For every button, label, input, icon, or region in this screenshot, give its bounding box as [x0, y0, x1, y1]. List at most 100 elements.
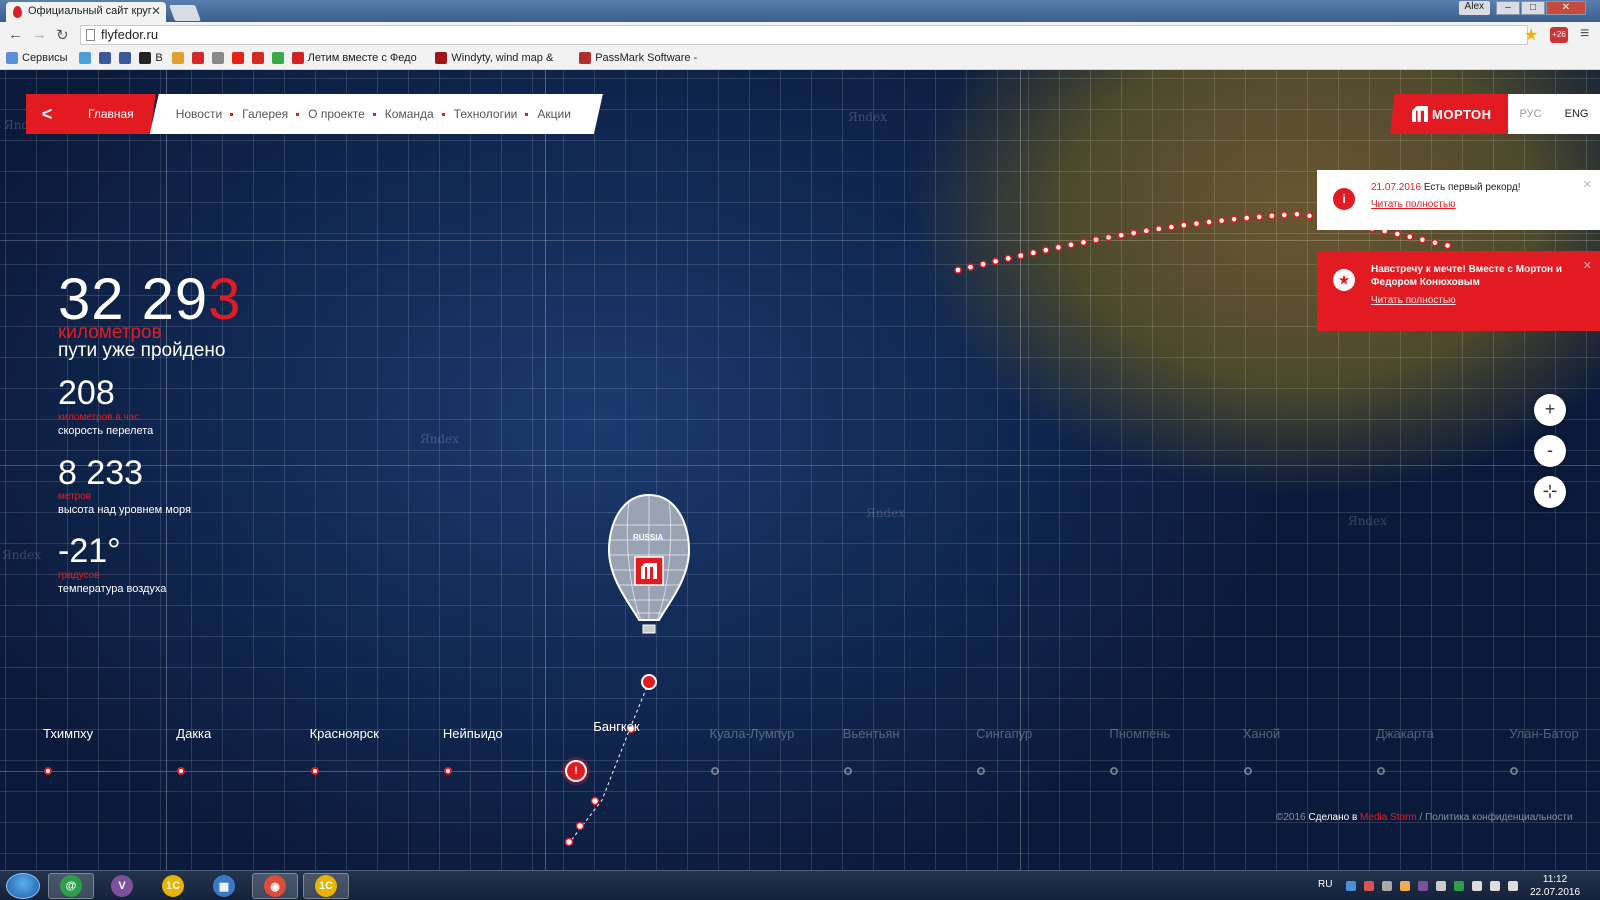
city-label[interactable]: Ханой: [1243, 726, 1281, 741]
speed-value: 208: [58, 374, 115, 412]
nav-item-promo[interactable]: Акции: [525, 107, 581, 121]
taskbar-app[interactable]: ▦: [201, 873, 247, 899]
bookmark-item[interactable]: [271, 52, 284, 64]
reload-icon[interactable]: ↻: [56, 26, 69, 44]
bookmark-item[interactable]: Windyty, wind map &: [435, 52, 553, 64]
browser-user-badge[interactable]: Alex: [1458, 1, 1490, 15]
bookmark-icon: [251, 52, 264, 64]
start-button[interactable]: [6, 873, 40, 899]
tray-icon[interactable]: [1454, 881, 1464, 891]
minimize-button[interactable]: –: [1496, 1, 1520, 15]
city-label[interactable]: Вьентьян: [843, 726, 900, 741]
bookmark-item[interactable]: Летим вместе с Федо: [291, 52, 417, 64]
taskbar-app[interactable]: @: [48, 873, 94, 899]
bookmark-item[interactable]: [119, 52, 132, 64]
city-label[interactable]: Нейпьидо: [443, 726, 503, 741]
taskbar-app[interactable]: ◉: [252, 873, 298, 899]
city-marker[interactable]: [1377, 767, 1385, 775]
city-marker[interactable]: [843, 767, 852, 775]
bookmark-icon: [6, 52, 18, 64]
city-marker[interactable]: [44, 767, 52, 775]
close-window-button[interactable]: ✕: [1546, 1, 1586, 15]
input-language[interactable]: RU: [1318, 879, 1332, 890]
city-marker[interactable]: [1243, 767, 1252, 775]
bookmark-item[interactable]: [251, 52, 264, 64]
privacy-link[interactable]: / Политика конфиденциальности: [1420, 812, 1573, 823]
city-label[interactable]: Улан-Батор: [1509, 726, 1578, 741]
city-label[interactable]: Куала-Лумпур: [710, 726, 795, 741]
notification-dream[interactable]: ★ Навстречу к мечте! Вместе с Мортон и Ф…: [1317, 251, 1600, 331]
bookmark-item[interactable]: [79, 52, 92, 64]
city-marker[interactable]: [310, 767, 319, 775]
bookmark-item[interactable]: [231, 52, 244, 64]
bookmark-item[interactable]: PassMark Software -: [579, 52, 697, 64]
nav-item-news[interactable]: Новости: [166, 107, 232, 121]
notification-read-more-link[interactable]: Читать полностью: [1371, 199, 1590, 210]
locate-button[interactable]: ⊹: [1534, 476, 1566, 508]
city-label[interactable]: Джакарта: [1376, 726, 1434, 741]
city-label[interactable]: Красноярск: [310, 726, 379, 741]
zoom-out-button[interactable]: -: [1534, 435, 1566, 467]
speed-description: скорость перелета: [58, 425, 154, 437]
nav-item-about[interactable]: О проекте: [296, 107, 375, 121]
tray-icon[interactable]: [1346, 881, 1356, 891]
city-label[interactable]: Сингапур: [976, 726, 1032, 741]
zoom-in-button[interactable]: +: [1534, 394, 1566, 426]
address-bar[interactable]: flyfedor.ru: [80, 25, 1528, 45]
bookmark-item[interactable]: [211, 52, 224, 64]
current-location-marker[interactable]: !: [565, 760, 587, 782]
system-clock[interactable]: 11:12 22.07.2016: [1530, 873, 1580, 899]
lang-en-link[interactable]: ENG: [1565, 108, 1589, 120]
bookmark-item[interactable]: Сервисы: [6, 52, 68, 64]
network-icon[interactable]: [1490, 881, 1500, 891]
city-label[interactable]: Тхимпху: [43, 726, 93, 741]
tray-icon[interactable]: [1364, 881, 1374, 891]
forward-arrow-icon[interactable]: →: [32, 26, 47, 43]
nav-home-link[interactable]: Главная: [68, 94, 156, 134]
tab-close-icon[interactable]: ✕: [151, 4, 161, 18]
studio-link[interactable]: Media Storm: [1360, 812, 1417, 823]
close-icon[interactable]: ✕: [1583, 178, 1592, 191]
browser-tab[interactable]: Официальный сайт круг ✕: [6, 2, 166, 22]
close-icon[interactable]: ✕: [1583, 259, 1592, 272]
nav-item-gallery[interactable]: Галерея: [230, 107, 298, 121]
tray-icon[interactable]: [1418, 881, 1428, 891]
new-tab-button[interactable]: [169, 5, 201, 21]
city-marker[interactable]: [710, 767, 719, 775]
notification-record[interactable]: i 21.07.2016 Есть первый рекорд! Читать …: [1317, 170, 1600, 230]
city-label[interactable]: Бангкок: [593, 719, 639, 734]
city-label[interactable]: Пномпень: [1109, 726, 1170, 741]
bookmark-item[interactable]: [171, 52, 184, 64]
nav-item-team[interactable]: Команда: [372, 107, 444, 121]
action-center-icon[interactable]: [1508, 881, 1518, 891]
bookmark-item[interactable]: [191, 52, 204, 64]
chrome-menu-icon[interactable]: ≡: [1580, 25, 1589, 43]
city-marker[interactable]: [443, 767, 452, 775]
bookmark-item[interactable]: [99, 52, 112, 64]
maximize-button[interactable]: □: [1521, 1, 1545, 15]
map-view[interactable]: Яndex Яndex Яndex Яndex Яndex Яndex RUSS…: [0, 70, 1600, 870]
url-text: flyfedor.ru: [101, 27, 159, 42]
track-point: [1167, 223, 1176, 231]
nav-back-button[interactable]: <: [26, 94, 68, 134]
notification-read-more-link[interactable]: Читать полностью: [1371, 295, 1590, 306]
taskbar-app[interactable]: V: [99, 873, 145, 899]
bookmark-star-icon[interactable]: ★: [1524, 25, 1538, 45]
back-arrow-icon[interactable]: ←: [8, 26, 23, 43]
lang-ru-link[interactable]: РУС: [1520, 108, 1542, 120]
sponsor-logo[interactable]: МОРТОН: [1390, 94, 1508, 134]
taskbar-app[interactable]: 1С: [150, 873, 196, 899]
info-icon: i: [1333, 188, 1355, 210]
volume-icon[interactable]: [1472, 881, 1482, 891]
city-label[interactable]: Дакка: [176, 726, 211, 741]
nav-item-tech[interactable]: Технологии: [441, 107, 528, 121]
taskbar-app[interactable]: 1С: [303, 873, 349, 899]
speed-unit: километров в час: [58, 412, 140, 423]
tray-icon[interactable]: [1382, 881, 1392, 891]
bookmark-item[interactable]: B: [139, 52, 163, 64]
bookmark-icon: [579, 52, 592, 64]
tray-icon[interactable]: [1436, 881, 1446, 891]
extension-badge[interactable]: +26: [1550, 27, 1568, 43]
tray-icon[interactable]: [1400, 881, 1410, 891]
bookmark-label: Windyty, wind map &: [451, 52, 554, 64]
